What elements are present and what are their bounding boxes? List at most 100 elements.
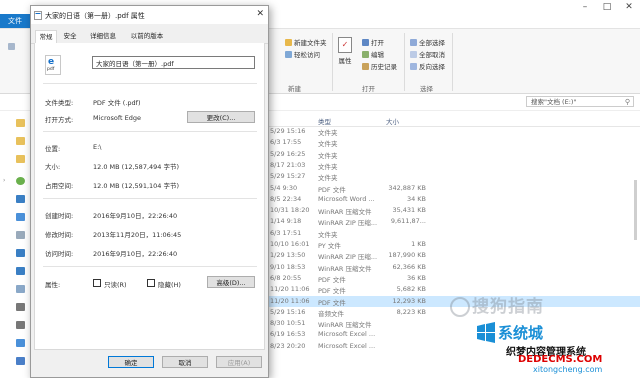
history-icon <box>362 62 369 70</box>
folder-icon[interactable] <box>16 119 25 127</box>
file-row[interactable]: 6/19 16:53 Microsoft Excel ... <box>268 329 640 340</box>
edge-logo-icon: e <box>48 57 55 67</box>
easy-access-icon <box>285 50 292 58</box>
network-icon[interactable] <box>16 339 25 347</box>
size-on-disk-label: 占用空间: <box>45 182 74 190</box>
edit-icon <box>362 50 369 58</box>
cancel-button[interactable]: 取消 <box>162 356 208 368</box>
file-row[interactable]: 10/31 18:20 WinRAR 压缩文件 35,431 KB <box>268 205 640 216</box>
file-row[interactable]: 5/29 16:25 文件夹 <box>268 149 640 160</box>
history-button[interactable]: 历史记录 <box>362 61 397 71</box>
scrollbar-thumb[interactable] <box>634 180 637 240</box>
select-none-icon <box>410 50 417 58</box>
search-input[interactable]: 搜索"文档 (E:)" ⚲ <box>526 96 634 107</box>
file-tab[interactable]: 文件 <box>0 14 30 28</box>
file-type: 文件夹 <box>318 174 338 183</box>
column-header-type[interactable]: 类型 <box>318 116 331 126</box>
downloads-icon[interactable] <box>16 249 25 257</box>
pin-icon[interactable] <box>8 43 15 50</box>
created-label: 创建时间: <box>45 212 74 220</box>
divider <box>43 131 257 132</box>
search-icon: ⚲ <box>624 98 630 106</box>
file-row[interactable]: 10/10 16:01 PY 文件 1 KB <box>268 239 640 250</box>
file-type: Microsoft Word ... <box>318 194 375 203</box>
close-icon[interactable]: ✕ <box>256 9 264 19</box>
attributes-label: 属性: <box>45 281 61 289</box>
file-date: 6/8 20:55 <box>270 273 302 282</box>
apply-button[interactable]: 应用(A) <box>216 356 262 368</box>
file-type: 文件夹 <box>318 162 338 171</box>
maximize-button[interactable]: □ <box>596 0 618 14</box>
tab-general[interactable]: 常规 <box>35 30 57 44</box>
file-date: 5/29 15:16 <box>270 127 306 135</box>
tab-previous-versions[interactable]: 以前的版本 <box>125 30 169 42</box>
desktop-icon[interactable] <box>16 213 25 221</box>
close-window-button[interactable]: ✕ <box>618 0 640 14</box>
column-header-size[interactable]: 大小 <box>386 116 399 126</box>
music-icon[interactable] <box>16 267 25 275</box>
readonly-checkbox[interactable] <box>93 279 101 287</box>
properties-label: 属性 <box>338 57 352 65</box>
file-row[interactable]: 9/10 18:53 WinRAR 压缩文件 62,366 KB <box>268 262 640 273</box>
file-type: PDF 文件 <box>318 298 346 307</box>
file-date: 5/29 16:25 <box>270 149 306 158</box>
file-row[interactable]: 5/29 15:27 文件夹 <box>268 171 640 182</box>
advanced-button[interactable]: 高级(D)... <box>207 276 255 288</box>
folder-icon[interactable] <box>16 137 25 145</box>
file-row[interactable]: 6/3 17:51 文件夹 <box>268 228 640 239</box>
onedrive-icon[interactable] <box>16 177 25 185</box>
hidden-checkbox[interactable] <box>147 279 155 287</box>
pictures-icon[interactable] <box>16 285 25 293</box>
file-date: 5/29 15:16 <box>270 307 306 316</box>
readonly-label: 只读(R) <box>104 281 127 289</box>
homegroup-icon[interactable] <box>16 357 25 365</box>
accessed-label: 访问时间: <box>45 250 74 258</box>
new-folder-button[interactable]: 新建文件夹 <box>285 37 327 47</box>
file-type-value: PDF 文件 (.pdf) <box>93 99 141 107</box>
properties-button[interactable]: ✓ 属性 <box>338 37 352 65</box>
change-button[interactable]: 更改(C)... <box>187 111 255 123</box>
file-row[interactable]: 1/14 9:18 WinRAR ZIP 压缩... 9,611,87... <box>268 216 640 227</box>
file-row[interactable]: 8/5 22:34 Microsoft Word ... 34 KB <box>268 194 640 205</box>
file-row[interactable]: 5/29 15:16 文件夹 <box>268 126 640 137</box>
file-row[interactable]: 1/29 13:50 WinRAR ZIP 压缩... 187,990 KB <box>268 250 640 261</box>
file-name-field[interactable] <box>92 56 255 69</box>
file-size: 1 KB <box>411 240 426 248</box>
easy-access-button[interactable]: 轻松访问 <box>285 49 320 59</box>
modified-value: 2013年11月20日，11:06:45 <box>93 231 182 239</box>
tab-details[interactable]: 详细信息 <box>85 30 121 42</box>
invert-selection-button[interactable]: 反向选择 <box>410 61 445 71</box>
folder-icon[interactable] <box>16 155 25 163</box>
dialog-tabs: 常规 安全 详细信息 以前的版本 <box>31 30 268 44</box>
file-row[interactable]: 5/4 9:30 PDF 文件 342,887 KB <box>268 183 640 194</box>
file-row[interactable]: 6/8 20:55 PDF 文件 36 KB <box>268 273 640 284</box>
drive-icon[interactable] <box>16 321 25 329</box>
modified-label: 修改时间: <box>45 231 74 239</box>
chevron-right-icon[interactable]: › <box>3 177 5 184</box>
file-type-label: 文件类型: <box>45 99 74 107</box>
file-type: PDF 文件 <box>318 275 346 284</box>
drive-icon[interactable] <box>16 303 25 311</box>
file-type: PY 文件 <box>318 242 341 250</box>
ribbon-item-label: 历史记录 <box>371 63 397 71</box>
file-row[interactable]: 6/3 17:55 文件夹 <box>268 137 640 148</box>
documents-icon[interactable] <box>16 231 25 239</box>
window-controls: – □ ✕ <box>574 0 640 14</box>
this-pc-icon[interactable] <box>16 195 25 203</box>
created-value: 2016年9月10日，22:26:40 <box>93 212 178 220</box>
ribbon-group-new: 新建 <box>288 85 301 93</box>
ribbon-item-label: 全部取消 <box>419 51 445 59</box>
watermark-sogou: 搜狗指南 <box>450 292 544 317</box>
select-all-button[interactable]: 全部选择 <box>410 37 445 47</box>
file-row[interactable]: 8/17 21:03 文件夹 <box>268 160 640 171</box>
ribbon-group-open: 打开 <box>362 85 375 93</box>
properties-dialog: 大家的日语（第一册）.pdf 属性 ✕ 常规 安全 详细信息 以前的版本 e p… <box>30 5 269 378</box>
tab-security[interactable]: 安全 <box>59 30 81 42</box>
open-button[interactable]: 打开 <box>362 37 384 47</box>
minimize-button[interactable]: – <box>574 0 596 14</box>
ok-button[interactable]: 确定 <box>108 356 154 368</box>
navigation-pane: › <box>0 111 31 376</box>
file-row[interactable]: 8/30 10:51 WinRAR 压缩文件 <box>268 318 640 329</box>
select-none-button[interactable]: 全部取消 <box>410 49 445 59</box>
edit-button[interactable]: 编辑 <box>362 49 384 59</box>
